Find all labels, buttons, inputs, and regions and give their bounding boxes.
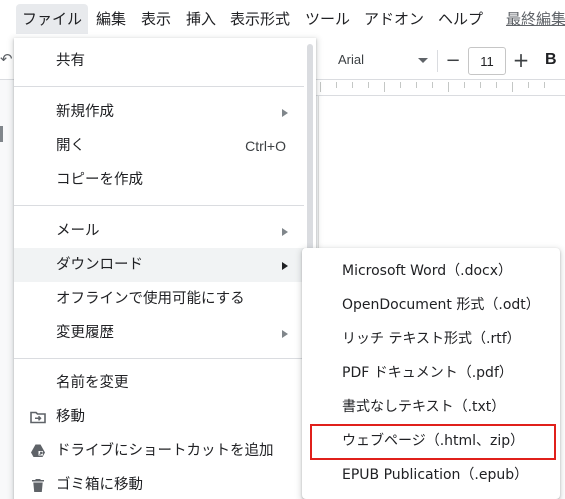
folder-move-icon <box>30 409 46 425</box>
file-menu-item-new[interactable]: 新規作成 <box>14 95 304 129</box>
submenu-item-label: Microsoft Word（.docx） <box>342 263 513 279</box>
file-menu-item-offline[interactable]: オフラインで使用可能にする <box>14 282 304 316</box>
menu-item-label: 新規作成 <box>56 104 114 120</box>
submenu-arrow-icon <box>282 109 288 117</box>
menu-item-label: メール <box>56 223 100 239</box>
trash-icon <box>30 477 46 493</box>
menu-item-label: 名前を変更 <box>56 375 129 391</box>
download-docx[interactable]: Microsoft Word（.docx） <box>302 254 560 288</box>
menu-item-label: オフラインで使用可能にする <box>56 291 245 307</box>
menu-item-label: 開く <box>56 138 85 154</box>
font-dropdown-caret-icon[interactable] <box>418 58 428 63</box>
file-menu-item-open[interactable]: 開く Ctrl+O <box>14 129 304 163</box>
menu-item-label: 変更履歴 <box>56 325 114 341</box>
file-menu-item-rename[interactable]: 名前を変更 <box>14 366 304 400</box>
file-menu-item-download[interactable]: ダウンロード <box>14 248 304 282</box>
submenu-arrow-icon <box>282 262 288 270</box>
menu-divider <box>14 205 304 206</box>
download-epub[interactable]: EPUB Publication（.epub） <box>302 458 560 492</box>
submenu-arrow-icon <box>282 228 288 236</box>
decrease-font-size-button[interactable]: − <box>442 50 464 72</box>
file-menu-item-share[interactable]: 共有 <box>14 44 304 78</box>
toolbar-divider <box>437 50 438 72</box>
submenu-item-label: EPUB Publication（.epub） <box>342 467 529 483</box>
menu-item-label: ダウンロード <box>56 257 143 273</box>
menu-item-label: 共有 <box>56 53 85 69</box>
menu-tools[interactable]: ツール <box>299 4 356 34</box>
file-menu-item-trash[interactable]: ゴミ箱に移動 <box>14 468 304 499</box>
file-menu-item-add-shortcut[interactable]: ドライブにショートカットを追加 <box>14 434 304 468</box>
download-pdf[interactable]: PDF ドキュメント（.pdf） <box>302 356 560 390</box>
menu-addons[interactable]: アドオン <box>358 4 430 34</box>
download-rtf[interactable]: リッチ テキスト形式（.rtf） <box>302 322 560 356</box>
submenu-item-label: リッチ テキスト形式（.rtf） <box>342 331 521 347</box>
menubar: ファイル 編集 表示 挿入 表示形式 ツール アドオン ヘルプ 最終編集 <box>0 0 565 38</box>
submenu-arrow-icon <box>282 330 288 338</box>
submenu-item-label: PDF ドキュメント（.pdf） <box>342 365 513 381</box>
menu-edit[interactable]: 編集 <box>90 4 132 34</box>
menu-help[interactable]: ヘルプ <box>432 4 489 34</box>
menu-divider <box>14 358 304 359</box>
menu-item-label: ゴミ箱に移動 <box>56 477 143 493</box>
ruler <box>300 80 565 96</box>
file-menu-item-move[interactable]: 移動 <box>14 400 304 434</box>
menu-insert[interactable]: 挿入 <box>180 4 222 34</box>
menu-item-label: コピーを作成 <box>56 172 143 188</box>
undo-icon[interactable]: ↶ <box>0 50 14 68</box>
increase-font-size-button[interactable]: + <box>510 49 532 71</box>
menu-divider <box>14 86 304 87</box>
menu-view[interactable]: 表示 <box>135 4 177 34</box>
menu-item-label: 移動 <box>56 409 85 425</box>
submenu-item-label: 書式なしテキスト（.txt） <box>342 399 506 415</box>
last-edit-link[interactable]: 最終編集 <box>500 4 565 34</box>
menu-file[interactable]: ファイル <box>16 4 89 34</box>
font-size-input[interactable]: 11 <box>468 47 506 75</box>
drive-shortcut-icon <box>30 443 46 459</box>
annotation-highlight-box <box>310 424 556 460</box>
file-menu-item-make-copy[interactable]: コピーを作成 <box>14 163 304 197</box>
file-menu-item-email[interactable]: メール <box>14 214 304 248</box>
download-submenu: Microsoft Word（.docx） OpenDocument 形式（.o… <box>302 248 560 499</box>
menu-item-shortcut: Ctrl+O <box>245 138 286 154</box>
download-odt[interactable]: OpenDocument 形式（.odt） <box>302 288 560 322</box>
menu-item-label: ドライブにショートカットを追加 <box>56 443 274 459</box>
outline-marker <box>0 126 3 142</box>
docs-app: ファイル 編集 表示 挿入 表示形式 ツール アドオン ヘルプ 最終編集 ↶ A… <box>0 0 565 499</box>
download-txt[interactable]: 書式なしテキスト（.txt） <box>302 390 560 424</box>
file-menu: 共有 新規作成 開く Ctrl+O コピーを作成 メール ダウンロード オフライ… <box>14 38 316 499</box>
file-menu-item-version-history[interactable]: 変更履歴 <box>14 316 304 350</box>
bold-button[interactable]: B <box>545 49 565 71</box>
submenu-item-label: OpenDocument 形式（.odt） <box>342 297 540 313</box>
menu-format[interactable]: 表示形式 <box>224 4 296 34</box>
